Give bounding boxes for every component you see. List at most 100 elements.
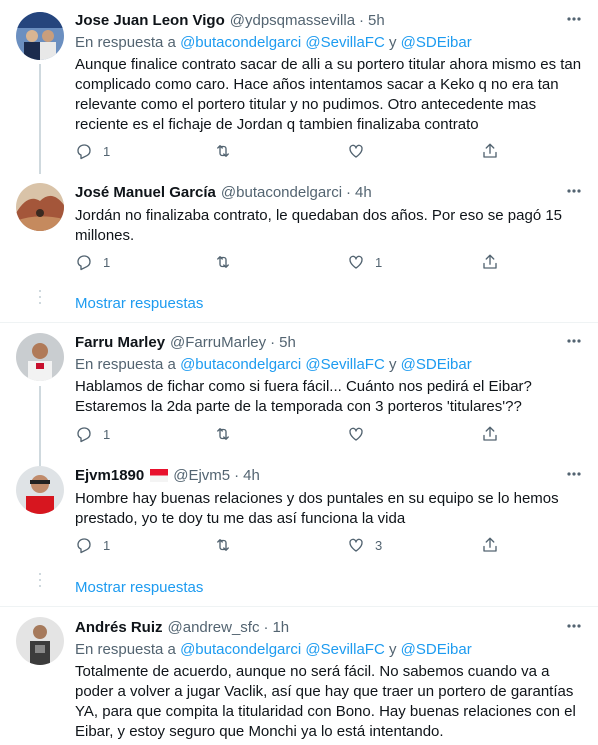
reply-icon (77, 538, 91, 554)
reply-button[interactable]: 1 (75, 142, 110, 160)
flag-icon (150, 468, 169, 482)
thread-connector (39, 386, 41, 466)
mention-link[interactable]: @butacondelgarci (180, 34, 301, 51)
author-handle[interactable]: @FarruMarley (170, 334, 266, 351)
mention-link[interactable]: @SevillaFC (305, 641, 384, 658)
mention-link[interactable]: @SDEibar (401, 34, 472, 51)
more-options-icon[interactable] (564, 331, 584, 351)
mention-link[interactable]: @SDEibar (401, 356, 472, 373)
more-options-icon[interactable] (564, 9, 584, 29)
retweet-button[interactable] (213, 425, 233, 443)
show-replies-link[interactable]: Mostrar respuestas (75, 295, 203, 312)
retweet-icon (217, 428, 229, 440)
retweet-button[interactable] (213, 142, 233, 160)
mention-link[interactable]: @SDEibar (401, 641, 472, 658)
more-options-icon[interactable] (564, 616, 584, 636)
tweet[interactable]: Ejvm1890 @Ejvm5 · 4h Hombre hay buenas r… (75, 464, 584, 529)
tweet-actions: 1 (75, 142, 515, 164)
share-button[interactable] (481, 425, 499, 443)
reply-count: 1 (103, 143, 111, 159)
mention-link[interactable]: @butacondelgarci (180, 356, 301, 373)
avatar-column (16, 466, 64, 514)
author-handle[interactable]: @ydpsqmassevilla (230, 12, 355, 29)
tweet-text: Hombre hay buenas relaciones y dos punta… (75, 490, 559, 527)
author-handle[interactable]: @Ejvm5 (173, 467, 230, 484)
timestamp[interactable]: 5h (368, 12, 385, 29)
retweet-button[interactable] (213, 253, 233, 271)
thread-dots (38, 573, 42, 591)
avatar[interactable] (16, 333, 64, 381)
like-button[interactable]: 1 (347, 253, 382, 271)
heart-icon (349, 144, 363, 158)
avatar-column (16, 12, 64, 60)
author-name[interactable]: Jose Juan Leon Vigo (75, 12, 225, 29)
timestamp[interactable]: 5h (279, 334, 296, 351)
retweet-button[interactable] (213, 536, 233, 554)
separator-dot: · (270, 333, 276, 351)
thread-connector (39, 64, 41, 174)
reply-count: 1 (103, 254, 111, 270)
heart-icon (349, 427, 363, 441)
reply-count: 1 (103, 537, 111, 553)
author-handle[interactable]: @butacondelgarci (221, 184, 342, 201)
tweet-actions: 1 1 (75, 253, 515, 275)
tweet[interactable]: Andrés Ruiz @andrew_sfc · 1h En respuest… (75, 616, 584, 742)
timestamp[interactable]: 4h (355, 184, 372, 201)
heart-icon (349, 538, 363, 552)
avatar-column (16, 333, 64, 381)
tweet-text: Totalmente de acuerdo, aunque no será fá… (75, 663, 576, 740)
separator-dot: · (359, 11, 365, 29)
more-options-icon[interactable] (564, 181, 584, 201)
reply-icon (77, 427, 91, 443)
avatar[interactable] (16, 617, 64, 665)
retweet-icon (217, 145, 229, 157)
divider (0, 322, 598, 323)
tweet-text: Aunque finalice contrato sacar de alli a… (75, 56, 582, 133)
reply-icon (77, 144, 91, 160)
share-button[interactable] (481, 142, 499, 160)
reply-button[interactable]: 1 (75, 425, 110, 443)
timestamp[interactable]: 1h (272, 619, 289, 636)
author-name[interactable]: José Manuel García (75, 184, 216, 201)
author-handle[interactable]: @andrew_sfc (168, 619, 260, 636)
avatar[interactable] (16, 183, 64, 231)
show-replies-link[interactable]: Mostrar respuestas (75, 579, 203, 596)
tweet[interactable]: Farru Marley @FarruMarley · 5h En respue… (75, 331, 584, 417)
divider (0, 606, 598, 607)
like-count: 3 (375, 537, 383, 553)
tweet[interactable]: Jose Juan Leon Vigo @ydpsqmassevilla · 5… (75, 9, 584, 135)
timestamp[interactable]: 4h (243, 467, 260, 484)
thread-dots (38, 290, 42, 308)
avatar[interactable] (16, 466, 64, 514)
tweet[interactable]: José Manuel García @butacondelgarci · 4h… (75, 181, 584, 246)
like-button[interactable] (347, 425, 365, 443)
heart-icon (349, 255, 363, 269)
avatar[interactable] (16, 12, 64, 60)
mention-link[interactable]: @SevillaFC (305, 34, 384, 51)
reply-context: En respuesta a @butacondelgarci @Sevilla… (75, 641, 472, 658)
tweet-text: Jordán no finalizaba contrato, le quedab… (75, 207, 563, 244)
author-name[interactable]: Andrés Ruiz (75, 619, 163, 636)
share-button[interactable] (481, 536, 499, 554)
share-icon (483, 254, 497, 269)
reply-button[interactable]: 1 (75, 536, 110, 554)
more-options-icon[interactable] (564, 464, 584, 484)
reply-button[interactable]: 1 (75, 253, 110, 271)
reply-context: En respuesta a @butacondelgarci @Sevilla… (75, 356, 472, 373)
separator-dot: · (263, 618, 269, 636)
reply-count: 1 (103, 426, 111, 442)
reply-context: En respuesta a @butacondelgarci @Sevilla… (75, 34, 472, 51)
separator-dot: · (234, 466, 240, 484)
avatar-column (16, 183, 64, 231)
mention-link[interactable]: @butacondelgarci (180, 641, 301, 658)
author-name[interactable]: Farru Marley (75, 334, 165, 351)
author-name[interactable]: Ejvm1890 (75, 467, 144, 484)
like-button[interactable] (347, 142, 365, 160)
share-button[interactable] (481, 253, 499, 271)
like-count: 1 (375, 254, 383, 270)
tweet-text: Hablamos de fichar como si fuera fácil..… (75, 378, 532, 415)
like-button[interactable]: 3 (347, 536, 382, 554)
retweet-icon (217, 539, 229, 551)
mention-link[interactable]: @SevillaFC (305, 356, 384, 373)
share-icon (483, 537, 497, 552)
